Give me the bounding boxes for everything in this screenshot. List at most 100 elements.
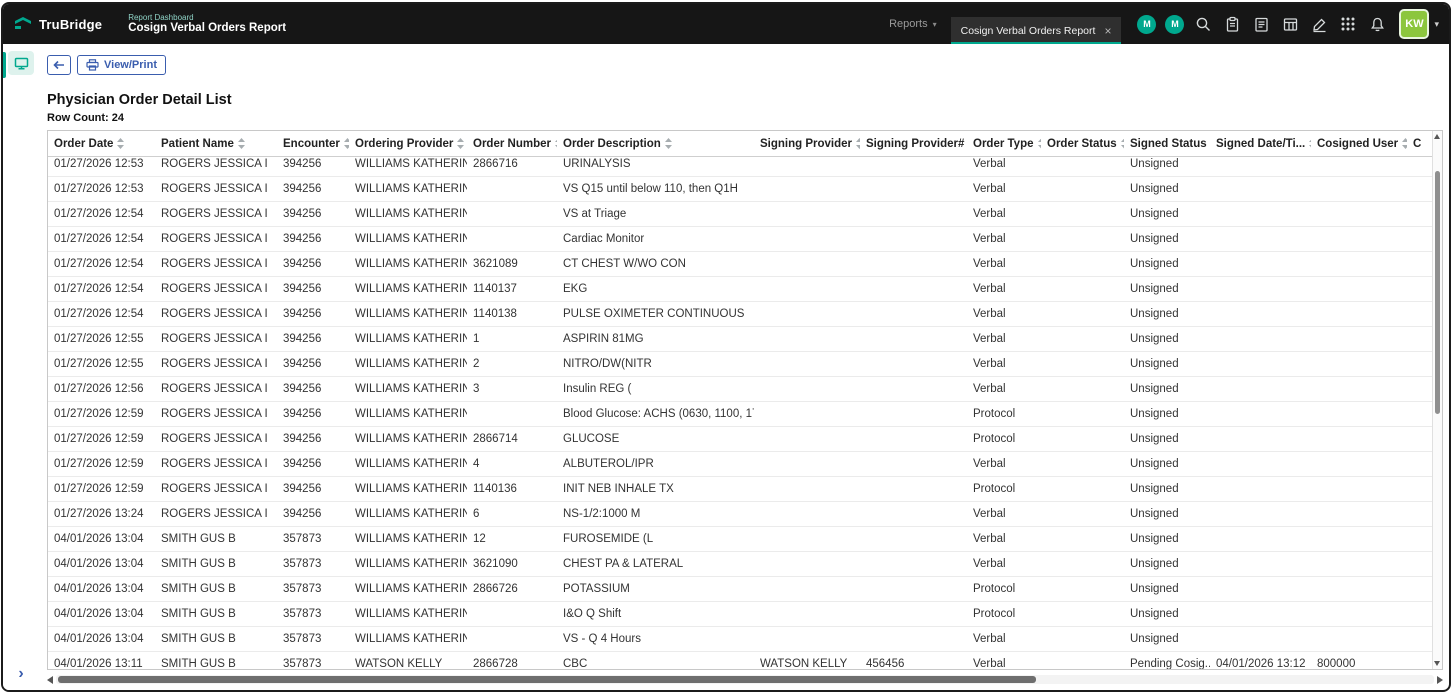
- column-header-cosigned-user[interactable]: Cosigned User: [1311, 138, 1407, 150]
- m-badge-icon-1[interactable]: M: [1137, 14, 1157, 34]
- scroll-up-arrow-icon[interactable]: [1434, 134, 1440, 139]
- sidebar-expand-icon[interactable]: ›: [3, 666, 39, 682]
- trubridge-logo-icon[interactable]: [13, 14, 33, 34]
- table-cell: Verbal: [973, 658, 1006, 669]
- table-cell: Unsigned: [1130, 208, 1179, 220]
- tab-cosign-verbal-orders-report[interactable]: Cosign Verbal Orders Report ×: [950, 17, 1122, 44]
- column-header-patient-name[interactable]: Patient Name: [155, 138, 277, 150]
- vertical-scrollbar[interactable]: [1432, 131, 1442, 669]
- column-header-order-description[interactable]: Order Description: [557, 138, 754, 150]
- table-cell: Verbal: [973, 183, 1006, 195]
- table-cell: ROGERS JESSICA I: [161, 408, 268, 420]
- table-cell: Protocol: [973, 483, 1016, 495]
- table-row[interactable]: 01/27/2026 13:24 ROGERS JESSICA I 394256 WI…: [48, 502, 1433, 527]
- table-cell: Unsigned: [1130, 308, 1179, 320]
- table-cell: 01/27/2026 12:59: [54, 458, 144, 470]
- form-icon[interactable]: [1251, 14, 1271, 34]
- table-row[interactable]: 01/27/2026 12:59 ROGERS JESSICA I 394256 WI…: [48, 477, 1433, 502]
- table-cell: 394256: [283, 208, 322, 220]
- horizontal-scrollbar-thumb[interactable]: [58, 676, 1037, 683]
- table-cell: Protocol: [973, 583, 1016, 595]
- scroll-down-arrow-icon[interactable]: [1434, 661, 1440, 666]
- sort-icon: [664, 138, 672, 149]
- table-cell: 04/01/2026 13:04: [54, 533, 144, 545]
- breadcrumb[interactable]: Report Dashboard: [128, 13, 286, 22]
- table-cell: PULSE OXIMETER CONTINUOUS: [563, 308, 745, 320]
- close-icon[interactable]: ×: [1104, 25, 1111, 37]
- signature-icon[interactable]: [1309, 14, 1329, 34]
- table-row[interactable]: 01/27/2026 12:54 ROGERS JESSICA I 394256 WI…: [48, 302, 1433, 327]
- table-row[interactable]: 01/27/2026 12:55 ROGERS JESSICA I 394256 WI…: [48, 327, 1433, 352]
- table-row[interactable]: 01/27/2026 12:59 ROGERS JESSICA I 394256 WI…: [48, 427, 1433, 452]
- table-cell: Verbal: [973, 233, 1006, 245]
- column-header-signed-date-ti[interactable]: Signed Date/Ti...: [1210, 138, 1311, 150]
- table-icon[interactable]: [1280, 14, 1300, 34]
- avatar-chevron-down-icon[interactable]: ▾: [1434, 19, 1439, 30]
- horizontal-scrollbar-track[interactable]: [56, 675, 1434, 684]
- vertical-scrollbar-thumb[interactable]: [1435, 171, 1440, 414]
- table-cell: FUROSEMIDE (L: [563, 533, 654, 545]
- table-cell: Verbal: [973, 633, 1006, 645]
- table-cell: WILLIAMS KATHERINE: [355, 583, 467, 595]
- scroll-right-arrow-icon[interactable]: [1437, 675, 1443, 684]
- table-row[interactable]: 04/01/2026 13:04 SMITH GUS B 357873 WILLIAM…: [48, 552, 1433, 577]
- back-button[interactable]: [47, 55, 71, 75]
- table-row[interactable]: 01/27/2026 12:54 ROGERS JESSICA I 394256 WI…: [48, 277, 1433, 302]
- table-row[interactable]: 04/01/2026 13:04 SMITH GUS B 357873 WILLIAM…: [48, 627, 1433, 652]
- column-header-signing-provider[interactable]: Signing Provider#: [860, 138, 967, 150]
- table-cell: ROGERS JESSICA I: [161, 333, 268, 345]
- clipboard-icon[interactable]: [1222, 14, 1242, 34]
- column-header-ordering-provider[interactable]: Ordering Provider: [349, 138, 467, 150]
- tab-label: Cosign Verbal Orders Report: [960, 24, 1096, 37]
- column-header-order-number[interactable]: Order Number: [467, 138, 557, 150]
- table-row[interactable]: 01/27/2026 12:53 ROGERS JESSICA I 394256 WI…: [48, 177, 1433, 202]
- table-row[interactable]: 01/27/2026 12:55 ROGERS JESSICA I 394256 WI…: [48, 352, 1433, 377]
- table-cell: 01/27/2026 12:54: [54, 258, 144, 270]
- table-cell: CHEST PA & LATERAL: [563, 558, 684, 570]
- table-cell: VS - Q 4 Hours: [563, 633, 641, 645]
- column-header-signing-provider[interactable]: Signing Provider: [754, 138, 860, 150]
- m-badge-icon-2[interactable]: M: [1165, 14, 1185, 34]
- table-row[interactable]: 01/27/2026 12:59 ROGERS JESSICA I 394256 WI…: [48, 452, 1433, 477]
- table-row[interactable]: 01/27/2026 12:54 ROGERS JESSICA I 394256 WI…: [48, 227, 1433, 252]
- table-cell: 394256: [283, 183, 322, 195]
- notifications-bell-icon[interactable]: [1367, 14, 1387, 34]
- table-cell: 394256: [283, 508, 322, 520]
- table-cell: WATSON KELLY: [760, 658, 848, 669]
- column-header-order-date[interactable]: Order Date: [48, 138, 155, 150]
- table-cell: 01/27/2026 12:54: [54, 233, 144, 245]
- column-header-label: Order Description: [563, 137, 661, 150]
- scroll-left-arrow-icon[interactable]: [47, 675, 53, 684]
- table-cell: SMITH GUS B: [161, 608, 236, 620]
- column-header-order-status[interactable]: Order Status: [1041, 138, 1124, 150]
- column-header-c[interactable]: C...: [1407, 138, 1421, 150]
- horizontal-scrollbar[interactable]: [47, 674, 1443, 685]
- table-cell: Verbal: [973, 158, 1006, 170]
- table-row[interactable]: 04/01/2026 13:11 SMITH GUS B 357873 WATSON …: [48, 652, 1433, 669]
- column-header-encounter[interactable]: Encounter: [277, 138, 349, 150]
- table-row[interactable]: 01/27/2026 12:54 ROGERS JESSICA I 394256 WI…: [48, 252, 1433, 277]
- navbar-right: Reports ▾ Cosign Verbal Orders Report × …: [889, 4, 1449, 44]
- table-cell: Unsigned: [1130, 408, 1179, 420]
- column-header-signed-status[interactable]: Signed Status: [1124, 138, 1210, 150]
- table-row[interactable]: 01/27/2026 12:54 ROGERS JESSICA I 394256 WI…: [48, 202, 1433, 227]
- table-cell: 04/01/2026 13:04: [54, 558, 144, 570]
- table-row[interactable]: 01/27/2026 12:56 ROGERS JESSICA I 394256 WI…: [48, 377, 1433, 402]
- table-cell: Unsigned: [1130, 583, 1179, 595]
- printer-icon: [86, 59, 99, 71]
- view-print-button[interactable]: View/Print: [77, 55, 166, 75]
- table-cell: CBC: [563, 658, 588, 669]
- table-row[interactable]: 04/01/2026 13:04 SMITH GUS B 357873 WILLIAM…: [48, 577, 1433, 602]
- reports-menu[interactable]: Reports ▾: [889, 18, 937, 30]
- table-row[interactable]: 04/01/2026 13:04 SMITH GUS B 357873 WILLIAM…: [48, 527, 1433, 552]
- column-header-label: Signing Provider: [760, 137, 853, 150]
- table-row[interactable]: 01/27/2026 12:59 ROGERS JESSICA I 394256 WI…: [48, 402, 1433, 427]
- main-column: View/Print Physician Order Detail List R…: [39, 44, 1449, 690]
- sidebar-item-report[interactable]: [8, 51, 34, 75]
- column-header-order-type[interactable]: Order Type: [967, 138, 1041, 150]
- apps-grid-icon[interactable]: [1338, 14, 1358, 34]
- avatar[interactable]: KW: [1399, 9, 1430, 39]
- table-row[interactable]: 04/01/2026 13:04 SMITH GUS B 357873 WILLIAM…: [48, 602, 1433, 627]
- table-row[interactable]: 01/27/2026 12:53 ROGERS JESSICA I 394256 WI…: [48, 157, 1433, 177]
- search-icon[interactable]: [1193, 14, 1213, 34]
